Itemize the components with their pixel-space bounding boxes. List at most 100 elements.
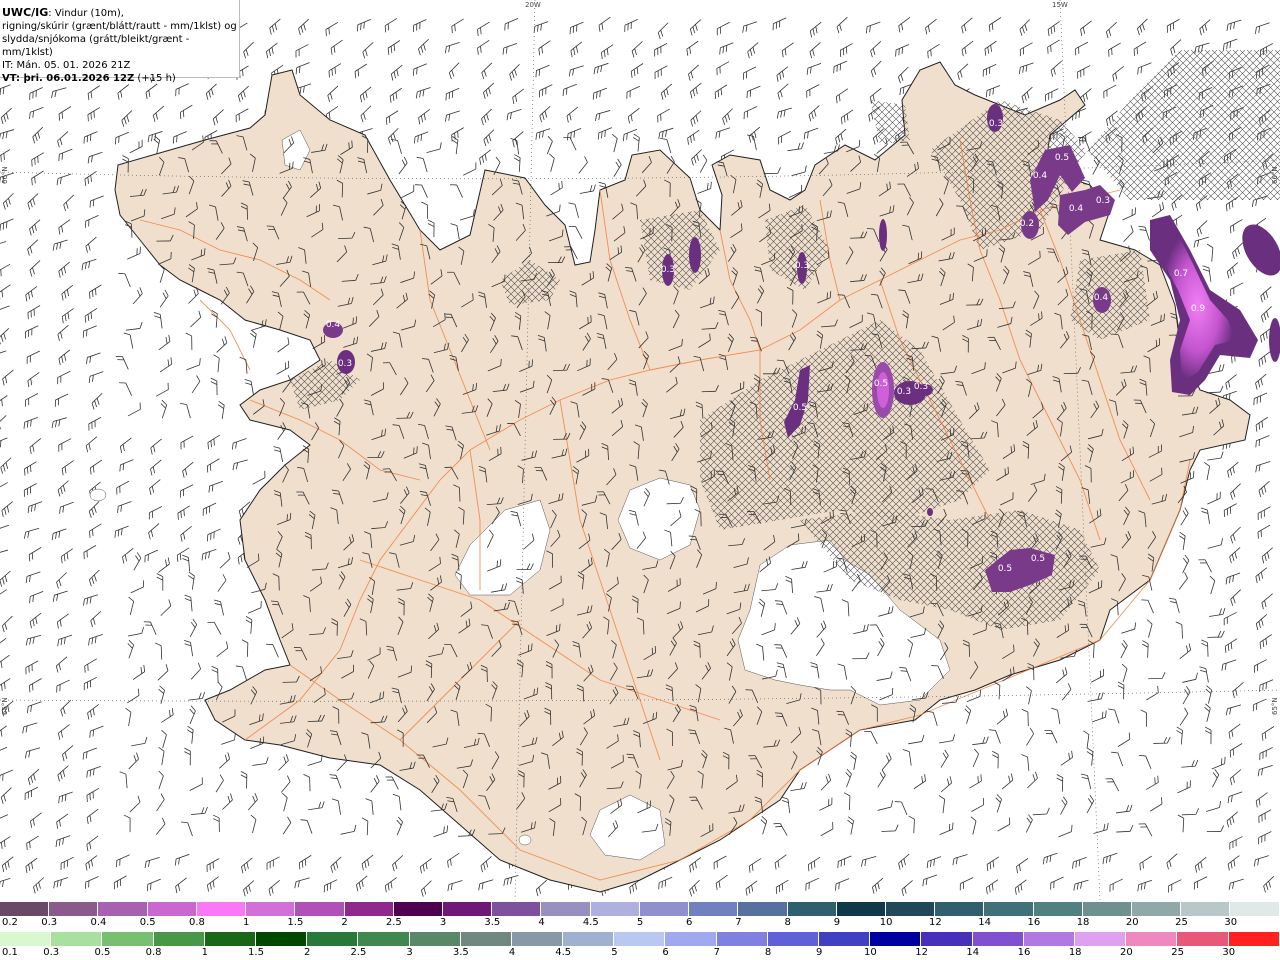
wind-barb [595, 110, 611, 121]
precip-value-label: 0.3 [897, 387, 911, 397]
wind-barb [266, 643, 279, 658]
wind-barb [184, 594, 193, 612]
wind-barb [1223, 611, 1237, 626]
wind-barb [835, 878, 850, 891]
wind-barb [202, 502, 217, 516]
wind-barb [1083, 730, 1090, 749]
wind-barb [836, 16, 848, 34]
wind-barb [1260, 286, 1272, 303]
wind-barb [539, 84, 553, 98]
wind-barb [0, 524, 10, 531]
wind-barb [1055, 667, 1068, 684]
wind-barb [1102, 852, 1118, 865]
legend-tick: 0.3 [41, 917, 58, 928]
legend-tick: 30 [1224, 917, 1238, 928]
wind-barb [1075, 41, 1089, 56]
wind-barb [29, 107, 44, 119]
wind-barb [1137, 879, 1153, 892]
legend-swatch [0, 932, 52, 946]
wind-barb [449, 184, 463, 198]
wind-barb [123, 332, 134, 349]
wind-barb [1001, 773, 1014, 790]
wind-barb [152, 105, 165, 122]
legend-tick: 0.8 [145, 947, 162, 958]
wind-barb [1080, 773, 1092, 790]
wind-barb [898, 853, 910, 870]
wind-barb [1139, 855, 1152, 871]
wind-barb [300, 819, 313, 834]
wind-barb [992, 750, 999, 769]
legend-tick: 5 [636, 917, 644, 928]
wind-barb [57, 765, 69, 782]
legend-swatch [689, 902, 739, 916]
wind-barb [567, 128, 582, 141]
wind-barb [114, 525, 129, 538]
wind-barb [1149, 797, 1163, 812]
wind-barb [1111, 751, 1124, 767]
wind-barb [1259, 634, 1272, 649]
wind-barb [418, 109, 431, 125]
wind-barb [126, 321, 143, 331]
wind-barb [820, 773, 832, 791]
wind-barb [153, 135, 161, 154]
wind-barb [1226, 262, 1239, 279]
wind-barb [481, 62, 493, 80]
wind-barb [908, 815, 915, 834]
wind-barb [1146, 619, 1153, 638]
wind-barb [1258, 480, 1270, 498]
wind-barb [161, 708, 174, 723]
wind-barb [776, 66, 789, 82]
wind-barb [1177, 814, 1185, 833]
wind-barb [1047, 21, 1060, 37]
wind-barb [132, 287, 143, 305]
wind-barb [25, 634, 42, 646]
wind-barb [387, 40, 401, 55]
legend-swatch [921, 932, 973, 946]
wind-barb [55, 835, 71, 847]
wind-barb [1058, 824, 1073, 838]
wind-barb [27, 193, 39, 210]
wind-barb [743, 106, 758, 120]
wind-barb [1225, 572, 1241, 585]
wind-barb [926, 856, 942, 869]
wind-barb [84, 658, 97, 673]
wind-barb [747, 42, 759, 59]
wind-barb [748, 126, 761, 143]
wind-barb [51, 417, 67, 429]
wind-barb [148, 506, 163, 520]
wind-barb [323, 879, 338, 893]
wind-barb [185, 332, 193, 350]
wind-barb [690, 110, 702, 127]
wind-barb [83, 545, 97, 560]
wind-barb [1225, 374, 1237, 390]
wind-barb [384, 18, 398, 33]
legend-swatch [460, 932, 512, 946]
precip-east-edge [1242, 224, 1280, 276]
wind-barb [1138, 225, 1150, 241]
wind-barb [0, 814, 9, 821]
valid-time: VT: þri. 06.01.2026 12Z [2, 73, 135, 84]
legend-swatch [836, 902, 886, 916]
wind-barb [27, 372, 40, 388]
wind-barb [477, 40, 490, 55]
wind-barb [268, 879, 281, 896]
wind-barb [1021, 754, 1030, 771]
wind-barb [690, 82, 702, 99]
wind-barb [1014, 879, 1027, 895]
wind-barb [29, 219, 41, 236]
wind-barb [188, 571, 195, 590]
wind-barb [117, 501, 132, 514]
wind-barb [54, 393, 69, 407]
init-time: IT: Mán. 05. 01. 2026 21Z [2, 60, 131, 71]
wind-barb [1093, 822, 1109, 834]
wind-barb [1199, 666, 1209, 683]
wind-barb [86, 808, 99, 825]
wind-barb [1206, 825, 1225, 832]
wind-barb [502, 42, 518, 55]
wind-barb [89, 284, 102, 299]
legend-swatch [409, 932, 461, 946]
wind-barb [447, 852, 460, 868]
wind-barb [160, 599, 172, 616]
precip-value-label: 0.3 [1096, 196, 1110, 206]
wind-barb [1051, 707, 1061, 725]
